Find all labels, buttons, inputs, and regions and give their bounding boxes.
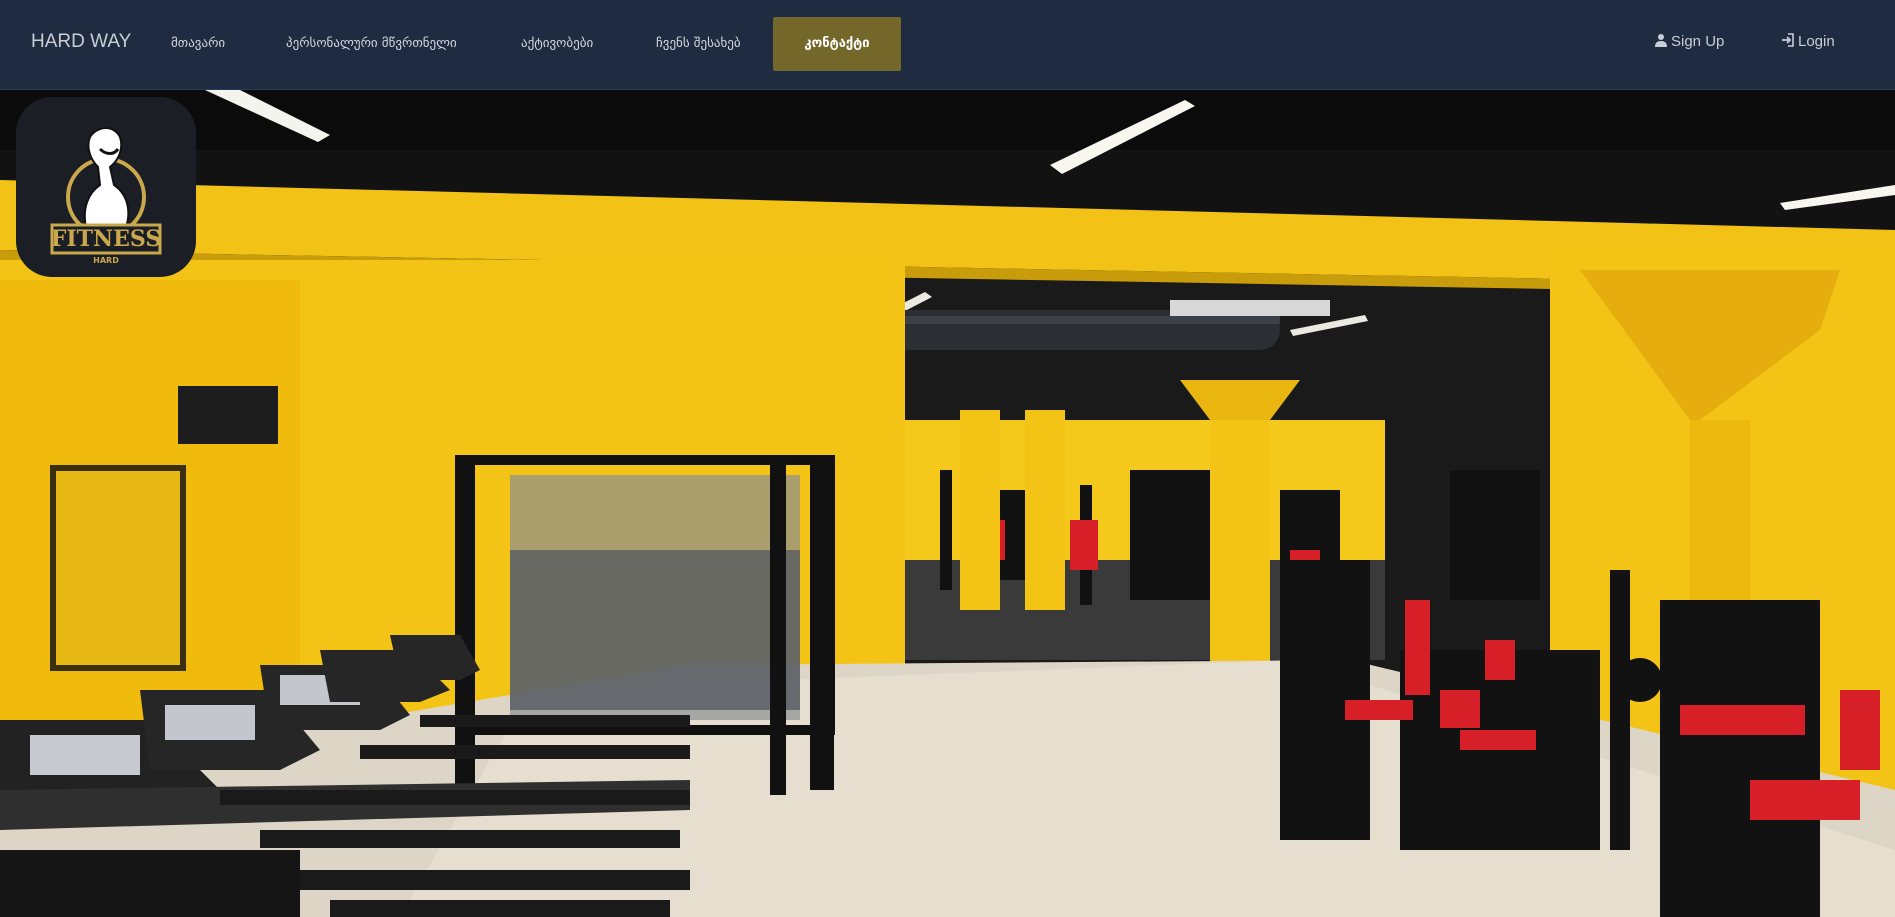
fitness-emblem-icon: FITNESS HARD xyxy=(50,127,162,265)
sign-in-icon xyxy=(1782,33,1794,47)
login-label: Login xyxy=(1798,33,1835,50)
hero-gym-image xyxy=(0,90,1895,917)
nav-item-home[interactable]: მთავარი xyxy=(171,17,225,71)
brand-link[interactable]: HARD WAY xyxy=(31,30,131,54)
fitness-logo[interactable]: FITNESS HARD xyxy=(16,97,196,277)
logo-text: FITNESS xyxy=(51,226,161,252)
user-icon xyxy=(1655,34,1667,47)
signup-link[interactable]: Sign Up xyxy=(1654,30,1724,54)
gym-interior-illustration xyxy=(0,90,1895,917)
nav-item-personal-trainer[interactable]: პერსონალური მწვრთნელი xyxy=(286,17,457,71)
signup-label: Sign Up xyxy=(1671,33,1725,50)
nav-item-activities[interactable]: აქტივობები xyxy=(521,17,593,71)
navbar: HARD WAY მთავარი პერსონალური მწვრთნელი ა… xyxy=(0,0,1895,90)
nav-item-about-us[interactable]: ჩვენს შესახებ xyxy=(656,17,741,71)
nav-item-contact[interactable]: კონტაქტი xyxy=(773,17,901,71)
logo-subtext: HARD xyxy=(93,256,119,265)
login-link[interactable]: Login xyxy=(1781,30,1835,54)
